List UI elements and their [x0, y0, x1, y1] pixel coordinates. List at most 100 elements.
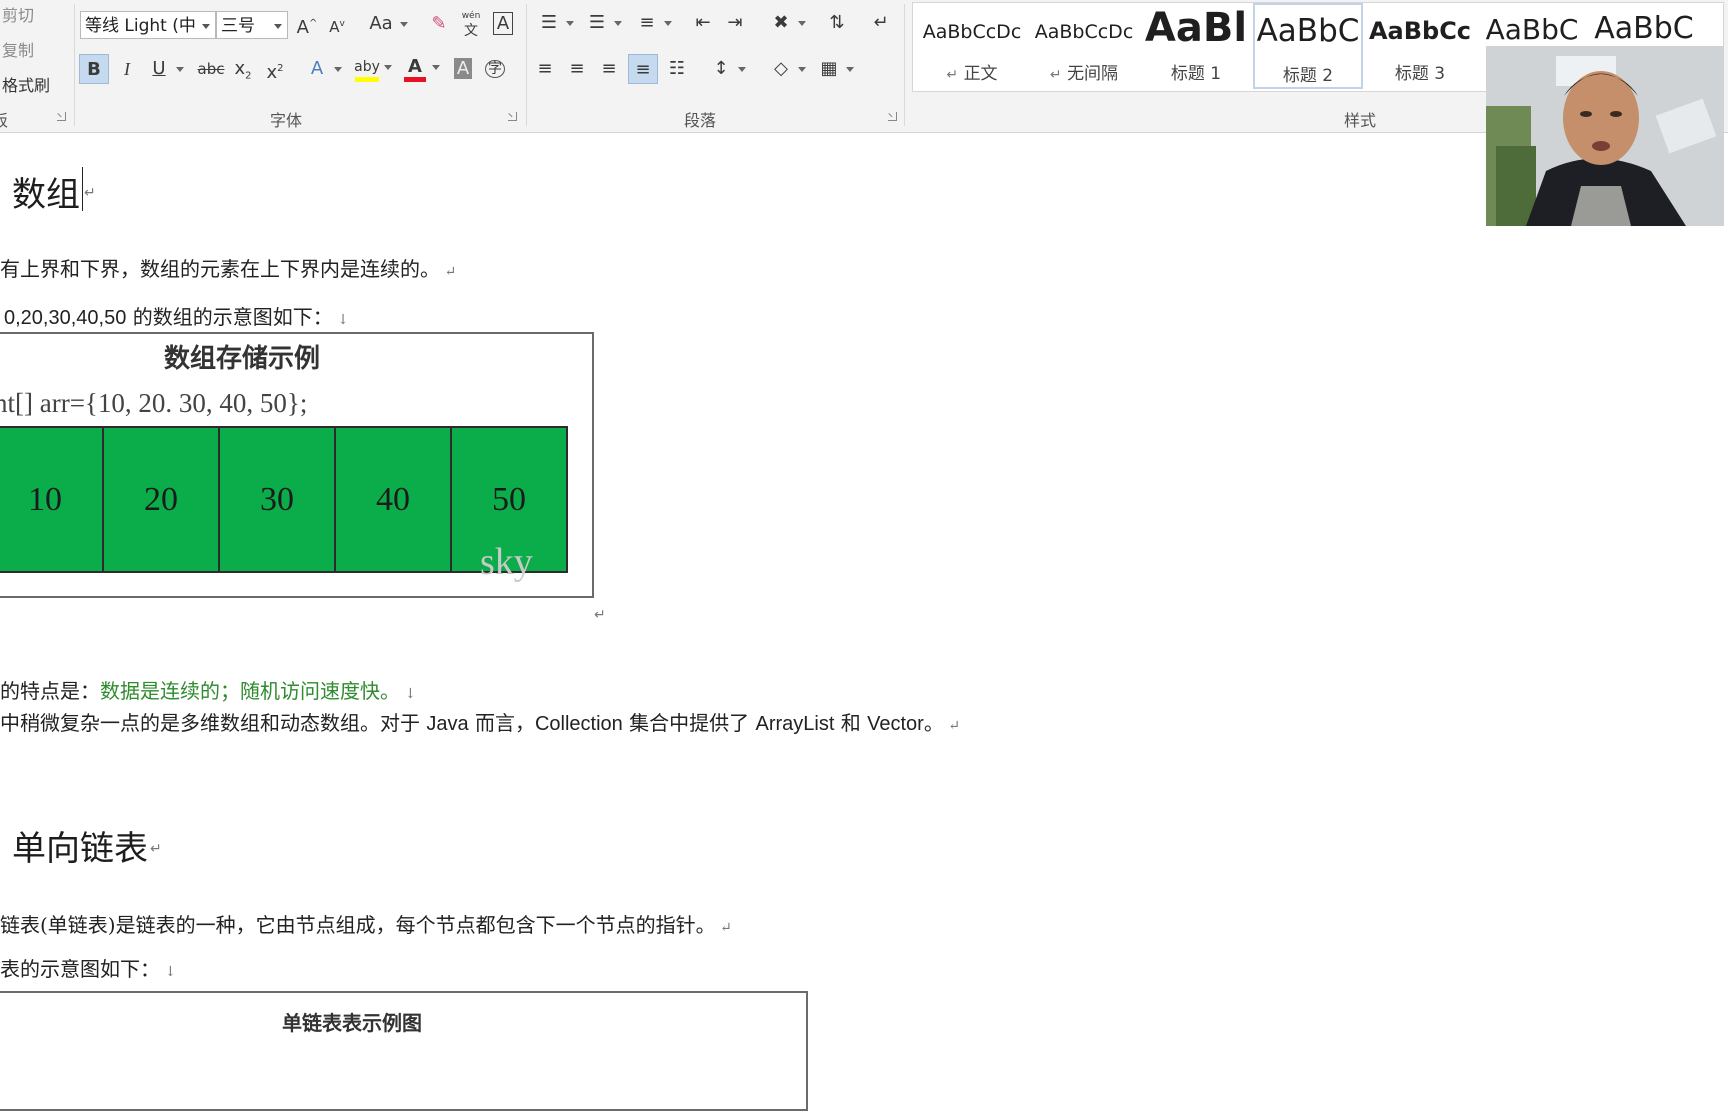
chinese-layout-button[interactable]: ✖	[766, 8, 806, 38]
style-heading-2[interactable]: AaBbC 标题 2	[1253, 3, 1363, 89]
shrink-font-button[interactable]: Av	[322, 9, 352, 39]
paragraph-group-label: 段落	[684, 111, 717, 130]
paragraph-mark-icon: ↵	[873, 12, 889, 33]
paragraph-linked-list-definition: 链表(单链表)是链表的一种，它由节点组成，每个节点都包含下一个节点的指针。 ↵	[0, 913, 732, 937]
shading-button[interactable]: ◇	[766, 54, 806, 84]
paint-bucket-icon: ◇	[774, 58, 788, 79]
align-left-icon: ≡	[537, 58, 553, 79]
enclose-characters-icon: 字	[485, 60, 505, 78]
character-border-button[interactable]: A	[488, 9, 518, 39]
line-spacing-icon: ↕	[713, 58, 729, 79]
italic-button[interactable]: I	[112, 54, 142, 84]
font-size-select[interactable]: 三号	[216, 11, 288, 39]
align-right-icon: ≡	[601, 58, 617, 79]
underline-button[interactable]: U	[144, 54, 184, 84]
justify-button[interactable]: ≡	[628, 54, 658, 84]
style-name: 标题 3	[1394, 64, 1446, 84]
paragraph-launcher-icon[interactable]	[888, 112, 897, 121]
watermark: sky	[480, 541, 533, 583]
bold-icon: B	[87, 59, 101, 80]
highlight-button[interactable]: aby	[352, 52, 392, 82]
show-marks-button[interactable]: ↵	[866, 8, 896, 38]
chevron-down-icon	[274, 24, 282, 29]
increase-indent-button[interactable]: ⇥	[720, 8, 750, 38]
align-right-button[interactable]: ≡	[594, 54, 624, 84]
copy-button[interactable]: 复制	[2, 37, 34, 61]
bold-button[interactable]: B	[79, 54, 109, 84]
style-normal[interactable]: AaBbCcDc ↵ 正文	[917, 3, 1027, 89]
line-spacing-button[interactable]: ↕	[706, 54, 746, 84]
borders-button[interactable]: ▦	[814, 54, 854, 84]
heading-array: 数组	[12, 175, 80, 215]
style-heading-1[interactable]: AaBl 标题 1	[1141, 3, 1251, 89]
divider	[74, 4, 75, 126]
format-painter-button[interactable]: 格式刷	[2, 72, 50, 96]
cut-button[interactable]: 剪切	[2, 2, 34, 26]
phonetic-top-text: wén	[461, 11, 481, 21]
align-center-button[interactable]: ≡	[562, 54, 592, 84]
array-cell: 10	[0, 426, 104, 573]
figure-linked-list[interactable]: 单链表表示例图	[0, 991, 808, 1111]
change-case-icon: Aa	[369, 13, 393, 34]
enclose-characters-button[interactable]: 字	[480, 54, 510, 84]
text-effects-icon: A	[310, 58, 324, 79]
font-color-button[interactable]: A	[400, 52, 440, 82]
multilevel-list-button[interactable]: ≡	[632, 8, 672, 38]
highlighter-icon: aby	[354, 59, 380, 75]
strikethrough-button[interactable]: abc	[196, 54, 226, 84]
font-launcher-icon[interactable]	[508, 112, 517, 121]
array-cell: 20	[102, 426, 220, 573]
style-name: 标题 2	[1282, 66, 1334, 86]
paragraph-text: 表的示意图如下：	[0, 957, 160, 981]
multilevel-list-icon: ≡	[639, 12, 655, 33]
paragraph-mark: ↵	[150, 841, 162, 857]
figure-array-storage[interactable]: 数组存储示例 nt[] arr={10, 20. 30, 40, 50}; 10…	[0, 332, 594, 598]
sort-button[interactable]: ⇅	[822, 8, 852, 38]
styles-group-label: 样式	[1344, 111, 1377, 130]
grow-font-icon: A	[296, 17, 309, 38]
clear-formatting-button[interactable]: ✎	[424, 9, 454, 39]
character-shading-button[interactable]: A	[448, 54, 478, 84]
clipboard-launcher-icon[interactable]	[57, 112, 66, 121]
distributed-button[interactable]: ☷	[662, 54, 692, 84]
style-no-spacing[interactable]: AaBbCcDc ↵ 无间隔	[1029, 3, 1139, 89]
style-heading-3[interactable]: AaBbCc 标题 3	[1365, 3, 1475, 89]
subscript-mark: 2	[245, 70, 252, 82]
text-effects-button[interactable]: A	[302, 54, 342, 84]
grow-font-button[interactable]: A^	[292, 9, 322, 39]
phonetic-guide-button[interactable]: wén 文	[456, 9, 486, 39]
text-cursor	[82, 167, 83, 211]
paragraph-text: 的数组的示意图如下：	[126, 305, 333, 329]
paragraph-mark: ↵	[594, 607, 606, 623]
paragraph-text-latin: 0,20,30,40,50	[4, 307, 127, 329]
array-cell: 30	[218, 426, 336, 573]
figure-title: 单链表表示例图	[282, 1011, 422, 1035]
font-color-bar	[404, 77, 426, 82]
align-center-icon: ≡	[569, 58, 585, 79]
document-page[interactable]: 数组 ↵ 有上界和下界，数组的元素在上下界内是连续的。 ↵ 0,20,30,40…	[0, 133, 1728, 1111]
subscript-button[interactable]: x2	[228, 54, 258, 84]
decrease-indent-button[interactable]: ⇤	[688, 8, 718, 38]
change-case-button[interactable]: Aa	[364, 9, 408, 39]
superscript-icon: x	[266, 62, 278, 83]
style-name: ↵ 正文	[946, 64, 998, 84]
paragraph-text: 有上界和下界，数组的元素在上下界内是连续的。	[0, 257, 440, 281]
numbering-button[interactable]: ☰	[582, 8, 622, 38]
justify-icon: ≡	[635, 59, 651, 80]
paragraph-text: 的特点是：	[0, 679, 100, 703]
decrease-indent-icon: ⇤	[695, 12, 711, 33]
align-left-button[interactable]: ≡	[530, 54, 560, 84]
style-sample: AaBbC	[1594, 11, 1694, 46]
paragraph-linked-list-intro: 表的示意图如下： ↓	[0, 957, 177, 981]
font-name-select[interactable]: 等线 Light (中	[80, 11, 216, 39]
italic-icon: I	[124, 59, 130, 79]
bullets-button[interactable]: ☰	[534, 8, 574, 38]
paragraph-array-intro: 0,20,30,40,50 的数组的示意图如下： ↓	[4, 305, 349, 329]
superscript-button[interactable]: x2	[260, 54, 290, 84]
style-sample: AaBbC	[1485, 13, 1579, 46]
font-color-icon: A	[408, 56, 422, 77]
character-shading-icon: A	[453, 58, 473, 79]
paragraph-array-features: 的特点是：数据是连续的；随机访问速度快。 ↓	[0, 679, 417, 703]
borders-icon: ▦	[820, 58, 838, 79]
chinese-layout-icon: ✖	[773, 12, 789, 33]
